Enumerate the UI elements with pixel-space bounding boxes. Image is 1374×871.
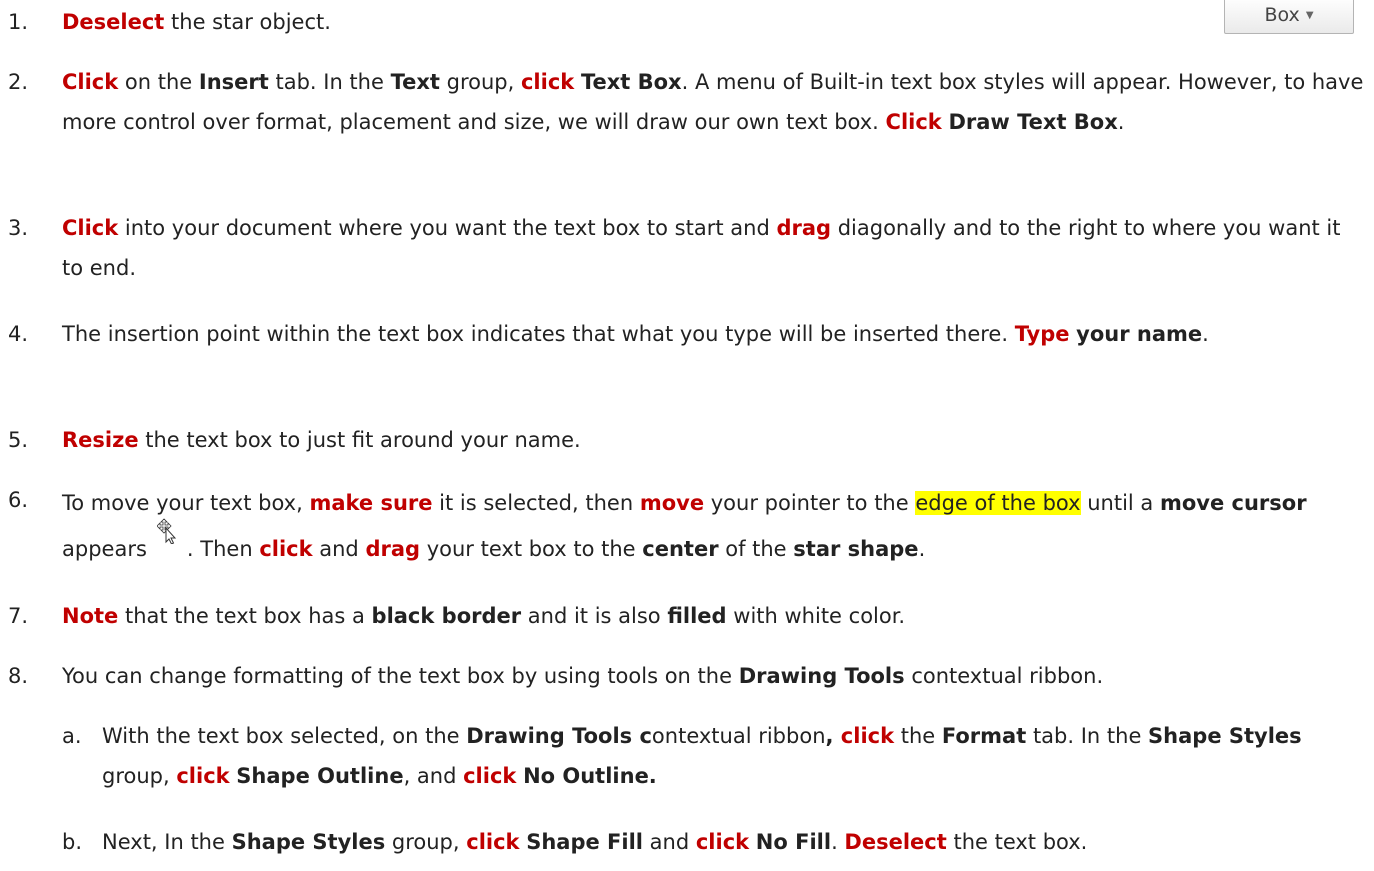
text-run: [749, 830, 756, 854]
text-run: [574, 70, 581, 94]
step-number: 5.: [8, 428, 29, 452]
action-verb: click: [695, 830, 750, 854]
bold-term: Shape Styles: [1148, 724, 1302, 748]
text-run: .: [1117, 110, 1125, 134]
action-verb: Deselect: [844, 830, 947, 854]
bold-term: Text Box: [580, 70, 682, 94]
step-number: 2.: [8, 70, 29, 94]
bold-term: black border: [371, 604, 522, 628]
step-number: 6.: [8, 488, 29, 512]
bold-term: Draw Text Box: [948, 110, 1118, 134]
bold-term: ,: [825, 724, 841, 748]
text-run: until a: [1080, 491, 1160, 515]
step-number: 8.: [8, 664, 29, 688]
step-text: Click on the Insert tab. In the Text gro…: [62, 62, 1368, 142]
highlighted-text: edge of the box: [915, 491, 1081, 515]
text-run: of the: [718, 537, 794, 561]
bold-term: Shape Styles: [231, 830, 386, 854]
action-verb: click: [520, 70, 575, 94]
action-verb: Type: [1014, 322, 1070, 346]
step-text: Next, In the Shape Styles group, click S…: [102, 822, 1368, 862]
bold-term: Shape Fill: [526, 830, 643, 854]
action-verb: click: [176, 764, 230, 788]
bold-term: filled: [667, 604, 727, 628]
bold-term: Shape Outline: [236, 764, 404, 788]
step-number: 3.: [8, 216, 29, 240]
text-run: .: [1202, 322, 1209, 346]
text-run: it is selected, then: [432, 491, 640, 515]
text-run: and: [312, 537, 366, 561]
action-verb: Click: [62, 70, 119, 94]
action-verb: make sure: [309, 491, 433, 515]
action-verb: Click: [62, 216, 119, 240]
bold-term: Format: [941, 724, 1027, 748]
bold-term: star shape: [793, 537, 919, 561]
bold-term: your name: [1076, 322, 1203, 346]
action-verb: Note: [62, 604, 119, 628]
text-run: . Then: [186, 537, 260, 561]
text-run: You can change formatting of the text bo…: [62, 664, 739, 688]
text-run: your text box to the: [420, 537, 643, 561]
action-verb: Resize: [62, 428, 139, 452]
step-text: Note that the text box has a black borde…: [62, 596, 1368, 636]
text-run: and it is also: [521, 604, 668, 628]
action-verb: click: [259, 537, 313, 561]
text-run: on the: [118, 70, 199, 94]
action-verb: click: [463, 764, 517, 788]
text-run: tab. In the: [268, 70, 391, 94]
action-verb: drag: [365, 537, 421, 561]
bold-term: Drawing Tools c: [466, 724, 652, 748]
action-verb: Deselect: [62, 10, 165, 34]
text-run: ontextual ribbon: [651, 724, 826, 748]
text-run: with white color.: [726, 604, 906, 628]
step-text: With the text box selected, on the Drawi…: [102, 716, 1368, 796]
step-number: b.: [62, 830, 83, 854]
step-number: a.: [62, 724, 82, 748]
text-run: With the text box selected, on the: [102, 724, 467, 748]
text-run: Next, In the: [102, 830, 232, 854]
text-run: tab. In the: [1026, 724, 1149, 748]
step-text: Resize the text box to just fit around y…: [62, 420, 1368, 460]
step-text: Deselect the star object.: [62, 2, 1368, 42]
move-cursor-icon: [156, 518, 177, 544]
bold-term: Drawing Tools: [738, 664, 905, 688]
action-verb: click: [840, 724, 895, 748]
text-run: .: [831, 830, 845, 854]
bold-term: center: [642, 537, 719, 561]
text-run: the text box.: [946, 830, 1088, 854]
text-run: and: [642, 830, 696, 854]
text-run: group,: [102, 764, 177, 788]
text-run: that the text box has a: [118, 604, 372, 628]
text-run: into your document where you want the te…: [118, 216, 777, 240]
text-run: group,: [385, 830, 467, 854]
step-text: The insertion point within the text box …: [62, 314, 1368, 354]
text-run: , and: [403, 764, 464, 788]
step-number: 7.: [8, 604, 29, 628]
action-verb: drag: [776, 216, 832, 240]
bold-term: No Fill: [755, 830, 832, 854]
bold-term: Insert: [198, 70, 269, 94]
text-run: appears: [62, 537, 147, 561]
text-run: .: [918, 537, 926, 561]
action-verb: move: [639, 491, 705, 515]
bold-term: Text: [390, 70, 440, 94]
step-text: You can change formatting of the text bo…: [62, 656, 1368, 696]
text-run: the star object.: [164, 10, 331, 34]
text-run: group,: [439, 70, 521, 94]
step-number: 4.: [8, 322, 29, 346]
bold-term: move cursor: [1159, 491, 1307, 515]
text-run: the text box to just fit around your nam…: [138, 428, 581, 452]
text-run: your pointer to the: [704, 491, 916, 515]
step-text: To move your text box, make sure it is s…: [62, 480, 1368, 572]
text-run: The insertion point within the text box …: [62, 322, 1015, 346]
text-run: the: [894, 724, 942, 748]
text-run: To move your text box,: [62, 491, 310, 515]
action-verb: click: [466, 830, 520, 854]
action-verb: Click: [885, 110, 942, 134]
step-number: 1.: [8, 10, 29, 34]
text-run: contextual ribbon.: [904, 664, 1104, 688]
step-text: Click into your document where you want …: [62, 208, 1368, 288]
bold-term: No Outline.: [523, 764, 657, 788]
